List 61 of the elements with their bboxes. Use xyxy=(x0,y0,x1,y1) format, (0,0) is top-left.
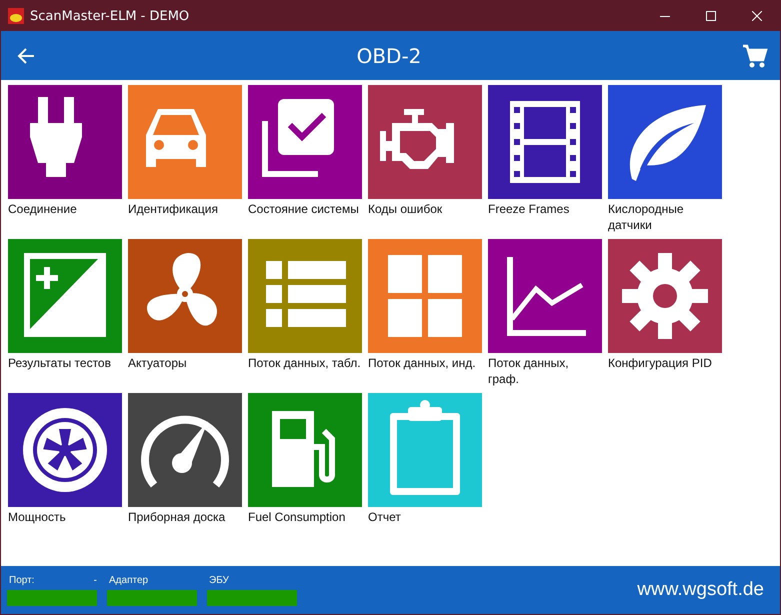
tile-label: Поток данных, граф. xyxy=(488,355,570,387)
tile-label: Конфигурация PID xyxy=(608,355,713,371)
plug-icon xyxy=(30,97,82,177)
fuel-pump-icon xyxy=(272,411,335,487)
wheel-icon xyxy=(23,408,107,492)
back-button[interactable] xyxy=(16,46,36,66)
tile-button[interactable] xyxy=(8,85,122,199)
page-title: OBD-2 xyxy=(356,44,422,68)
settings-icon xyxy=(622,253,708,339)
close-icon xyxy=(752,11,762,21)
fan-icon xyxy=(147,253,217,326)
car-icon xyxy=(146,109,206,167)
maximize-icon xyxy=(706,11,716,21)
tile-button[interactable] xyxy=(368,393,482,507)
status-label: Адаптер xyxy=(109,574,148,586)
clipboard-icon xyxy=(390,400,460,495)
website-text: www.wgsoft.de xyxy=(637,579,764,601)
tile-button[interactable] xyxy=(8,393,122,507)
gauge-icon xyxy=(141,416,229,488)
tile-label: Результаты тестов xyxy=(8,355,112,371)
window-title: ScanMaster-ELM - DEMO xyxy=(30,8,190,24)
tile-button[interactable] xyxy=(248,85,362,199)
status-label: ЭБУ xyxy=(209,574,229,586)
tile-label: Freeze Frames xyxy=(488,201,570,217)
tile-button[interactable] xyxy=(608,239,722,353)
tile-button[interactable] xyxy=(248,239,362,353)
plus-minus-icon xyxy=(24,253,106,337)
tile-button[interactable] xyxy=(128,85,242,199)
line-chart-icon xyxy=(507,257,586,336)
engine-icon xyxy=(380,109,454,169)
tile-label: Fuel Consumption xyxy=(248,509,346,525)
checklist-icon xyxy=(262,99,334,177)
film-strip-icon xyxy=(510,101,580,183)
tile-button[interactable] xyxy=(128,393,242,507)
grid-icon xyxy=(388,255,462,337)
tile-label: Соединение xyxy=(8,201,78,217)
app-logo-icon xyxy=(8,8,24,24)
tile-button[interactable] xyxy=(8,239,122,353)
cart-icon[interactable] xyxy=(742,42,768,68)
tile-label: Состояние системы xyxy=(248,201,360,217)
status-value: - xyxy=(94,574,97,586)
tile-label: Коды ошибок xyxy=(368,201,444,217)
tile-label: Отчет xyxy=(368,509,402,525)
tile-label: Идентификация xyxy=(128,201,219,217)
leaf-icon xyxy=(630,105,706,181)
tile-button[interactable] xyxy=(488,239,602,353)
back-arrow-icon xyxy=(16,46,36,66)
status-label: Порт: xyxy=(9,574,34,586)
tile-button[interactable] xyxy=(248,393,362,507)
tile-button[interactable] xyxy=(128,239,242,353)
tile-button[interactable] xyxy=(488,85,602,199)
tile-label: Поток данных, инд. xyxy=(368,355,477,371)
tile-button[interactable] xyxy=(368,85,482,199)
tile-label: Кислородные датчики xyxy=(608,201,685,233)
tile-button[interactable] xyxy=(368,239,482,353)
tile-button[interactable] xyxy=(608,85,722,199)
list-icon xyxy=(266,261,346,327)
tile-label: Мощность xyxy=(8,509,67,525)
tile-label: Приборная доска xyxy=(128,509,226,525)
tile-label: Актуаторы xyxy=(128,355,188,371)
tile-label: Поток данных, табл. xyxy=(248,355,362,371)
